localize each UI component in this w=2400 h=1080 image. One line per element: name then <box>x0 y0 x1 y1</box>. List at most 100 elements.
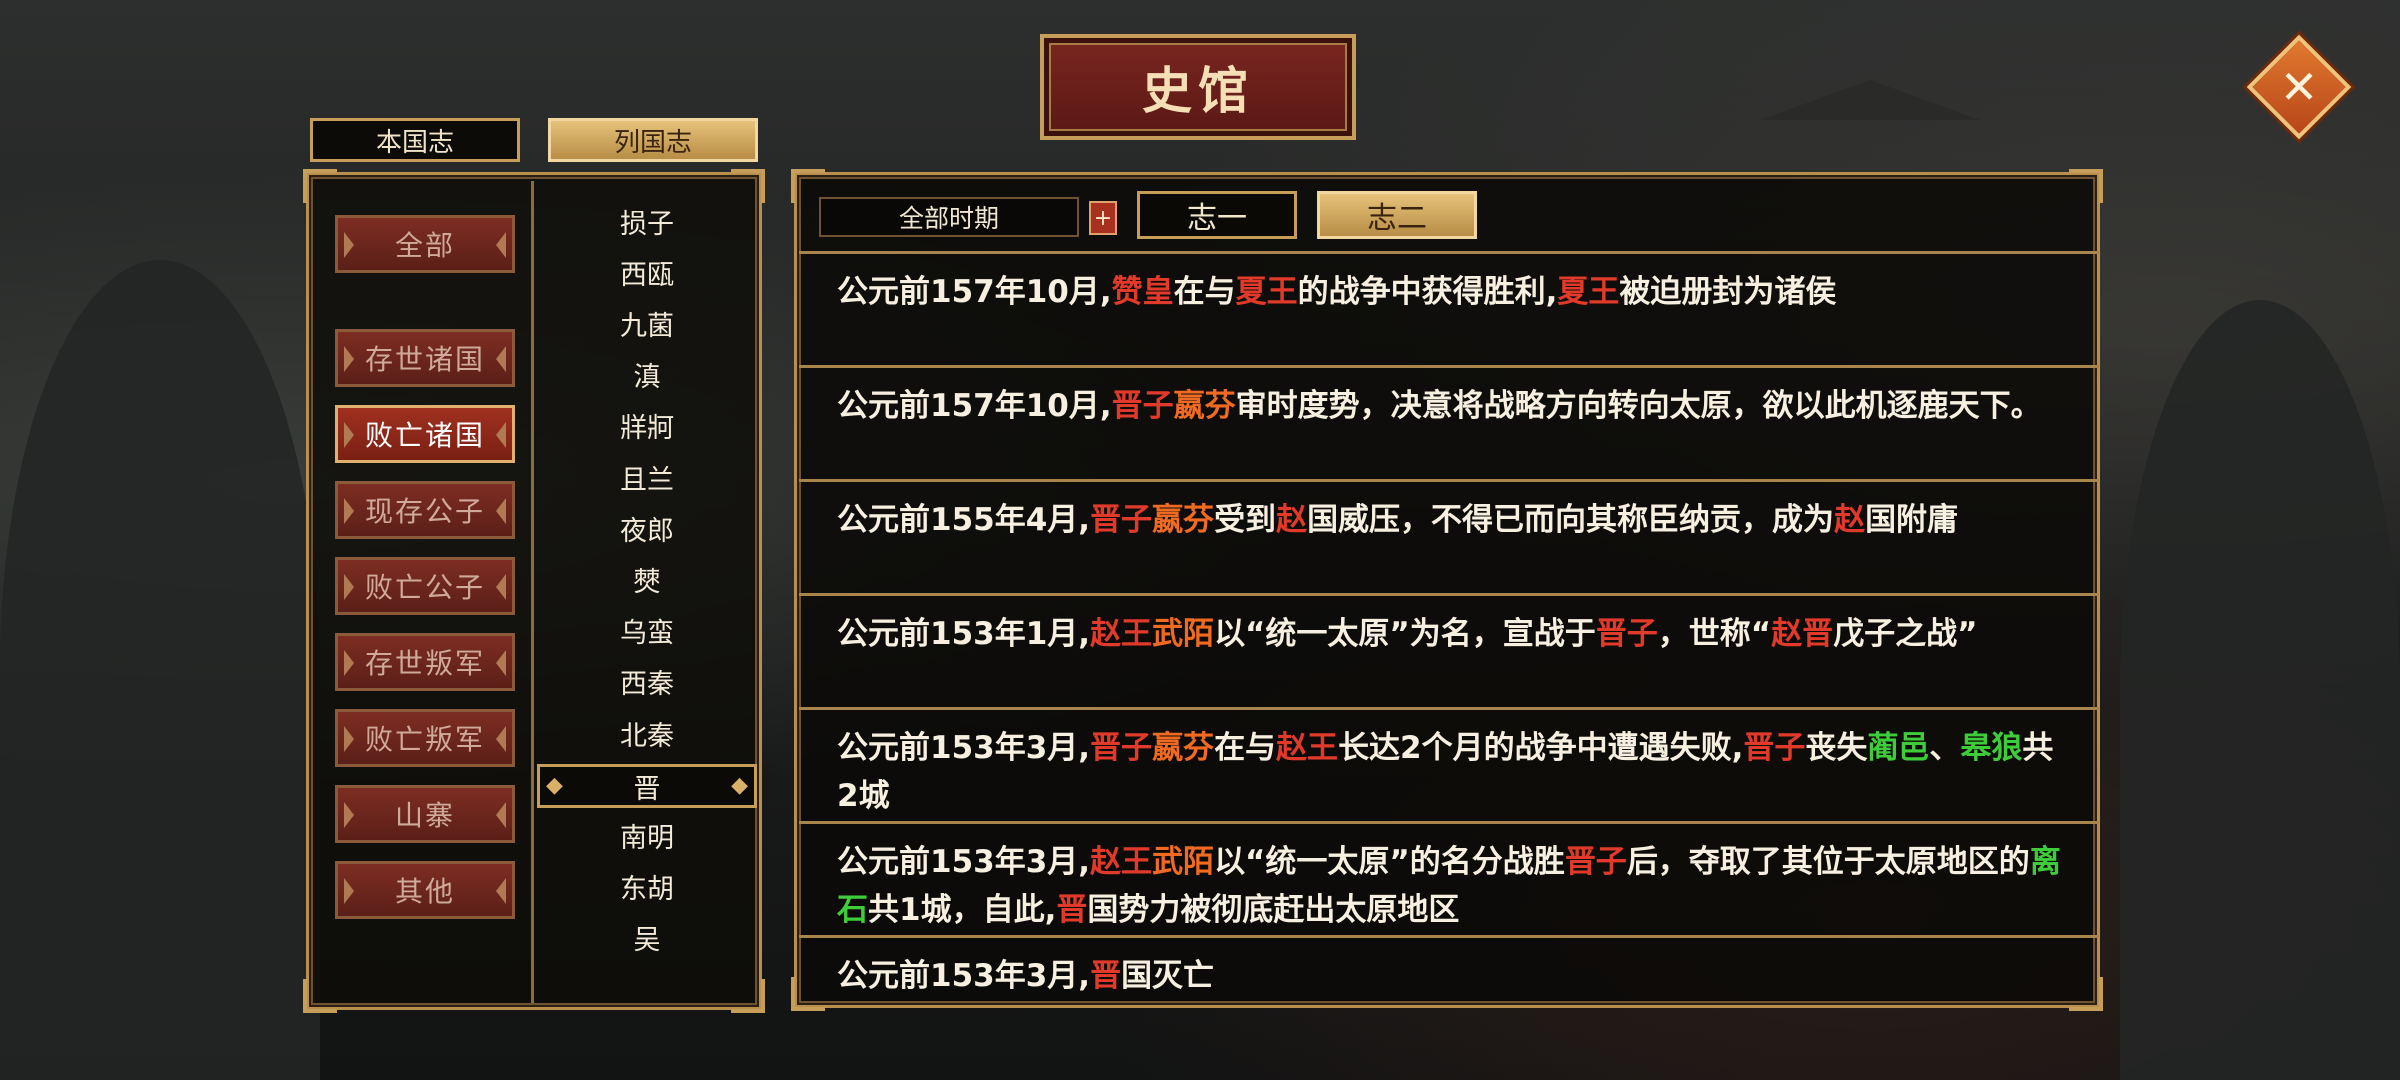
record-segment: 公元前155年4月, <box>837 502 1091 538</box>
record-segment: 以“统一太原”的名分战胜 <box>1214 844 1565 880</box>
record-segment: 国威压，不得已而向其称臣纳贡，成为 <box>1307 502 1835 538</box>
record-segment: 审时度势，决意将战略方向转向太原，欲以此机逐鹿天下。 <box>1235 388 2042 424</box>
close-icon: ✕ <box>2279 60 2319 114</box>
record-segment: 在与 <box>1173 274 1236 310</box>
record-segment: 国势力被彻底赶出太原地区 <box>1087 892 1460 928</box>
state-item[interactable]: 九菌 <box>537 303 757 343</box>
record-segment: 晋 <box>1090 958 1122 994</box>
record-segment: 嬴芬 <box>1152 730 1215 766</box>
tab-volume-2[interactable]: 志二 <box>1317 191 1477 239</box>
record-segment: 赵晋 <box>1771 616 1834 652</box>
record-segment: 晋 <box>1056 892 1088 928</box>
tab-local-annals[interactable]: 本国志 <box>310 118 520 162</box>
state-item[interactable]: 西秦 <box>537 662 757 702</box>
record-entry: 公元前157年10月,晋子嬴芬审时度势，决意将战略方向转向太原，欲以此机逐鹿天下… <box>799 365 2099 479</box>
record-segment: 公元前153年3月, <box>837 730 1091 766</box>
state-item[interactable]: 滇 <box>537 355 757 395</box>
category-button[interactable]: 现存公子 <box>335 481 515 539</box>
record-segment: 嬴芬 <box>1152 502 1215 538</box>
category-button[interactable]: 全部 <box>335 215 515 273</box>
category-button[interactable]: 败亡公子 <box>335 557 515 615</box>
left-panel: 全部存世诸国败亡诸国现存公子败亡公子存世叛军败亡叛军山寨其他 损子西瓯九菌滇牂牁… <box>303 169 765 1013</box>
record-segment: 国灭亡 <box>1121 958 1215 994</box>
record-segment: 公元前153年3月, <box>837 958 1091 994</box>
record-segment: 赵 <box>1276 502 1308 538</box>
record-segment: 赵王 <box>1276 730 1339 766</box>
close-button[interactable]: ✕ <box>2246 34 2352 140</box>
record-entry: 公元前153年1月,赵王武陌以“统一太原”为名，宣战于晋子，世称“赵晋戊子之战” <box>799 593 2099 707</box>
state-item[interactable]: 牂牁 <box>537 406 757 446</box>
record-segment: 晋子 <box>1595 616 1658 652</box>
record-segment: 武陌 <box>1152 844 1215 880</box>
frame-corner <box>731 979 765 1013</box>
tab-volume-1[interactable]: 志一 <box>1137 191 1297 239</box>
title-plate: 史馆 <box>1040 34 1356 140</box>
record-segment: 在与 <box>1214 730 1277 766</box>
record-segment: 以“统一太原”为名，宣战于 <box>1214 616 1596 652</box>
record-segment: 的战争中获得胜利, <box>1297 274 1558 310</box>
category-button[interactable]: 败亡诸国 <box>335 405 515 463</box>
period-select[interactable]: 全部时期 <box>819 197 1079 237</box>
record-segment: 夏王 <box>1235 274 1298 310</box>
state-item[interactable]: 且兰 <box>537 457 757 497</box>
state-item[interactable]: 吴 <box>537 918 757 958</box>
page-title: 史馆 <box>1142 61 1254 120</box>
record-entry: 公元前157年10月,赞皇在与夏王的战争中获得胜利,夏王被迫册封为诸侯 <box>799 251 2099 365</box>
frame-corner <box>303 169 337 203</box>
category-button[interactable]: 败亡叛军 <box>335 709 515 767</box>
state-item[interactable]: 损子 <box>537 201 757 241</box>
record-segment: 戊子之战” <box>1833 616 1978 652</box>
background-mountain-left <box>0 260 320 1080</box>
record-segment: 后，夺取了其位于太原地区的 <box>1626 844 2030 880</box>
record-segment: 晋子 <box>1090 730 1153 766</box>
record-entry: 公元前155年4月,晋子嬴芬受到赵国威压，不得已而向其称臣纳贡，成为赵国附庸 <box>799 479 2099 593</box>
state-item[interactable]: 北秦 <box>537 713 757 753</box>
record-segment: 公元前153年1月, <box>837 616 1091 652</box>
category-button[interactable]: 山寨 <box>335 785 515 843</box>
category-button[interactable]: 其他 <box>335 861 515 919</box>
state-item[interactable]: 僰 <box>537 559 757 599</box>
record-segment: 受到 <box>1214 502 1277 538</box>
category-button[interactable]: 存世诸国 <box>335 329 515 387</box>
filter-bar: 全部时期 + 志一 志二 <box>819 191 2079 243</box>
record-segment: 赵王 <box>1090 844 1153 880</box>
state-item[interactable]: 东胡 <box>537 867 757 907</box>
record-segment: 国附庸 <box>1865 502 1959 538</box>
record-segment: 夏王 <box>1557 274 1620 310</box>
state-item[interactable]: 乌蛮 <box>537 611 757 651</box>
record-segment: 晋子 <box>1743 730 1806 766</box>
frame-corner <box>303 979 337 1013</box>
record-segment: 公元前157年10月, <box>837 274 1112 310</box>
record-segment: 长达2个月的战争中遭遇失败, <box>1338 730 1744 766</box>
record-segment: 公元前153年3月, <box>837 844 1091 880</box>
record-segment: 晋子 <box>1111 388 1174 424</box>
background-mountain-right <box>2120 300 2400 1080</box>
period-expand-button[interactable]: + <box>1089 201 1117 235</box>
record-segment: 共1城，自此, <box>868 892 1057 928</box>
record-segment: 皋狼 <box>1960 730 2023 766</box>
state-item[interactable]: 晋 <box>537 764 757 809</box>
record-segment: 被迫册封为诸侯 <box>1619 274 1837 310</box>
record-segment: 公元前157年10月, <box>837 388 1112 424</box>
background-pavilion-roof <box>1760 80 1980 120</box>
state-item[interactable]: 夜郎 <box>537 508 757 548</box>
record-entry: 公元前153年3月,赵王武陌以“统一太原”的名分战胜晋子后，夺取了其位于太原地区… <box>799 821 2099 935</box>
record-segment: 武陌 <box>1152 616 1215 652</box>
record-segment: 蔺邑 <box>1867 730 1930 766</box>
record-segment: 晋子 <box>1090 502 1153 538</box>
state-item[interactable]: 西瓯 <box>537 252 757 292</box>
record-entry: 公元前153年3月,晋国灭亡 <box>799 935 2099 1003</box>
record-segment: 、 <box>1929 730 1961 766</box>
record-segment: 晋子 <box>1564 844 1627 880</box>
record-entry: 公元前153年3月,晋子嬴芬在与赵王长达2个月的战争中遭遇失败,晋子丧失蔺邑、皋… <box>799 707 2099 821</box>
state-item[interactable]: 南明 <box>537 815 757 855</box>
frame-corner <box>731 169 765 203</box>
record-segment: 赵 <box>1834 502 1866 538</box>
panel-divider <box>531 181 534 1003</box>
record-segment: 赞皇 <box>1111 274 1174 310</box>
tab-states-annals[interactable]: 列国志 <box>548 118 758 162</box>
category-button[interactable]: 存世叛军 <box>335 633 515 691</box>
record-segment: 丧失 <box>1805 730 1868 766</box>
record-segment: ，世称“ <box>1657 616 1772 652</box>
record-segment: 赵王 <box>1090 616 1153 652</box>
